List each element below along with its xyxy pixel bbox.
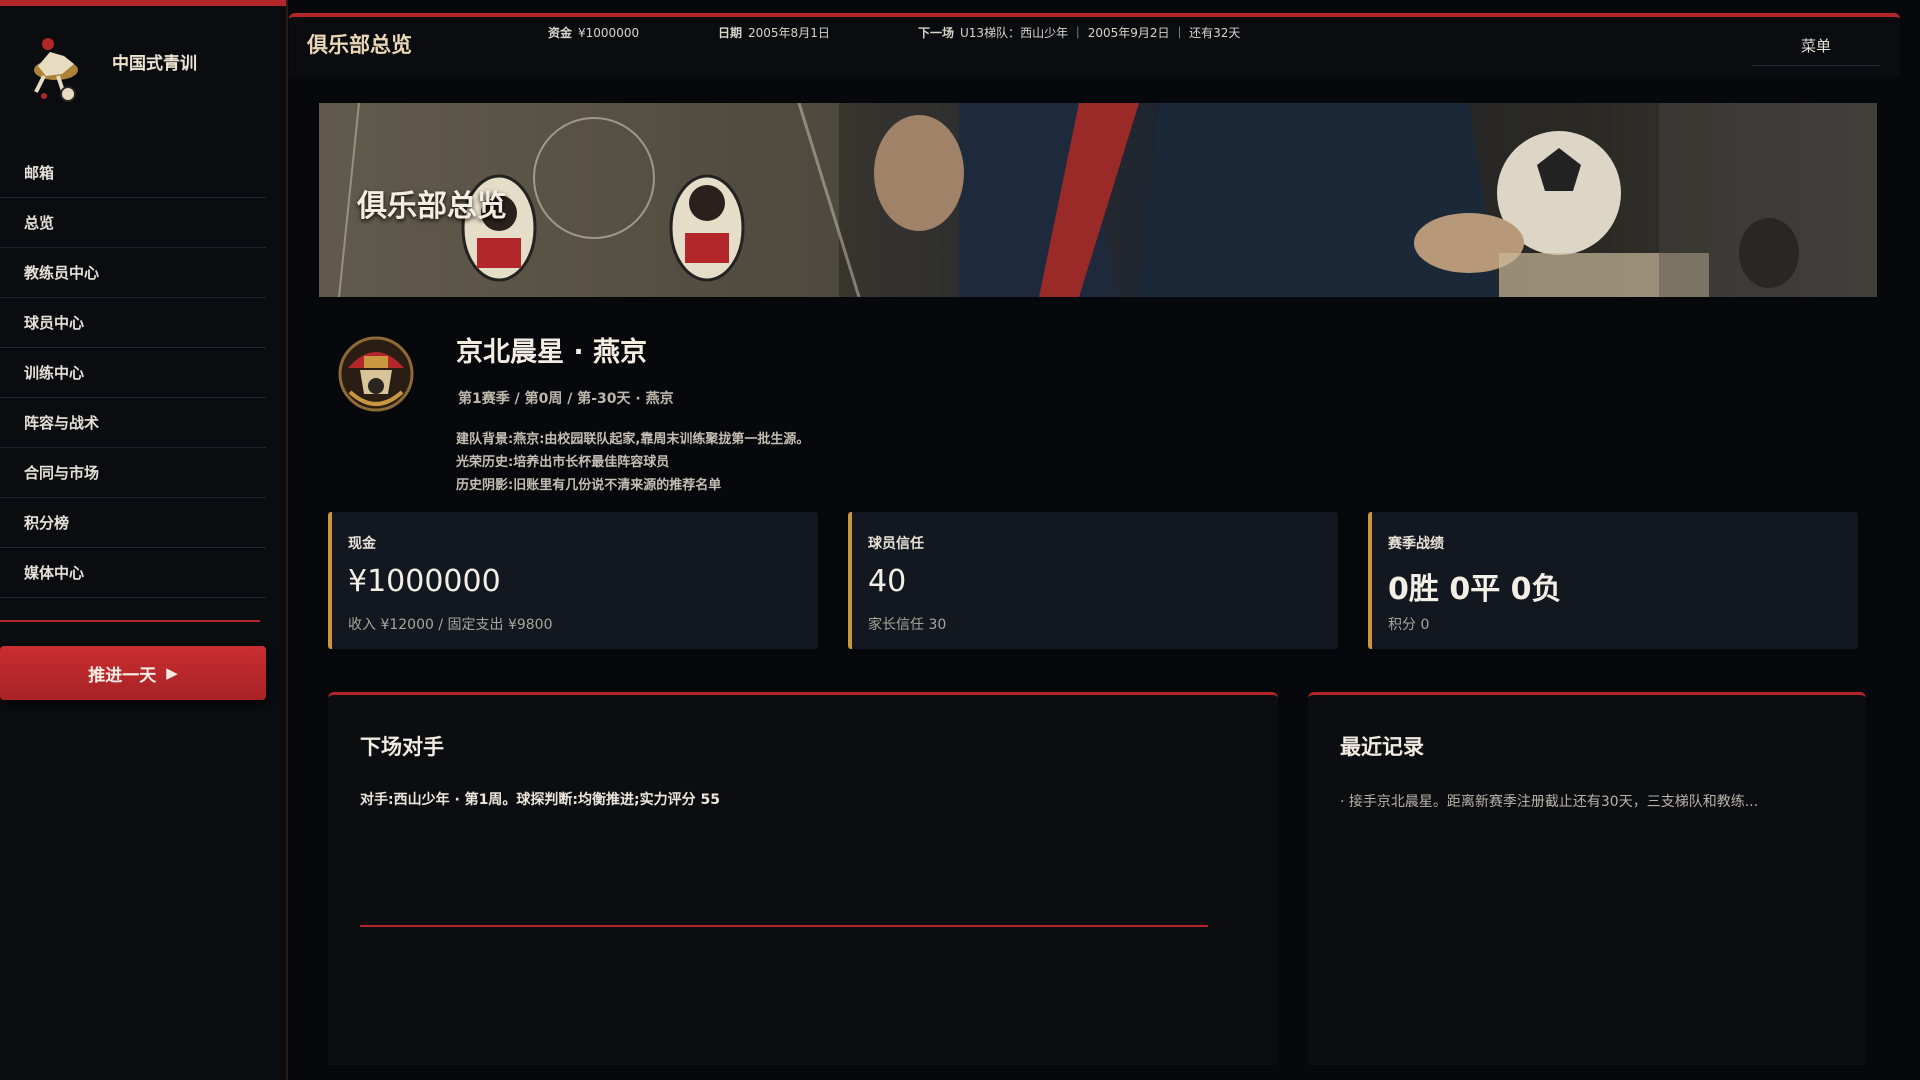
sidebar: 中国式青训 邮箱 总览 教练员中心 球员中心 训练中心 阵容与战术 合同与市场 …	[0, 0, 288, 1080]
next-opponent-title: 下场对手	[360, 735, 444, 759]
season-record-label: 赛季战绩	[1388, 536, 1444, 552]
sidebar-item-standings[interactable]: 积分榜	[0, 498, 266, 548]
club-crest-icon	[338, 336, 414, 412]
club-lore: 建队背景:燕京:由校园联队起家,靠周末训练聚拢第一批生源。 光荣历史:培养出市长…	[456, 428, 809, 497]
sidebar-item-coach-center[interactable]: 教练员中心	[0, 248, 266, 298]
header-date: 日期 2005年8月1日	[718, 24, 830, 41]
club-lore-background: 建队背景:燕京:由校园联队起家,靠周末训练聚拢第一批生源。	[456, 432, 810, 447]
header-date-label: 日期	[718, 26, 743, 40]
sidebar-item-training-center[interactable]: 训练中心	[0, 348, 266, 398]
sidebar-item-media-center[interactable]: 媒体中心	[0, 548, 266, 598]
parent-trust-sub: 家长信任 30	[868, 617, 947, 633]
club-lore-shadow: 历史阴影:旧账里有几份说不清来源的推荐名单	[456, 478, 722, 493]
advance-day-button[interactable]: 推进一天 ▶	[0, 646, 266, 700]
cash-value: ¥1000000	[348, 564, 501, 599]
sidebar-nav: 邮箱 总览 教练员中心 球员中心 训练中心 阵容与战术 合同与市场 积分榜 媒体…	[0, 148, 266, 598]
cash-card: 现金 ¥1000000 收入 ¥12000 / 固定支出 ¥9800	[328, 512, 818, 649]
recent-record-item: · 接手京北晨星。距离新赛季注册截止还有30天，三支梯队和教练...	[1340, 794, 1759, 810]
play-icon: ▶	[166, 664, 178, 682]
next-opponent-divider	[360, 925, 1208, 927]
next-opponent-text: 对手:西山少年 · 第1周。球探判断:均衡推进;实力评分 55	[360, 792, 720, 808]
header-title: 俱乐部总览	[307, 33, 412, 57]
overview-banner: 俱乐部总览	[319, 103, 1877, 297]
sidebar-item-mailbox[interactable]: 邮箱	[0, 148, 266, 198]
recent-records-title: 最近记录	[1340, 735, 1424, 759]
cash-label: 现金	[348, 536, 376, 552]
sidebar-item-overview[interactable]: 总览	[0, 198, 266, 248]
player-trust-card: 球员信任 40 家长信任 30	[848, 512, 1338, 649]
club-name: 京北晨星 · 燕京	[456, 337, 648, 368]
header-funds-label: 资金	[548, 26, 573, 40]
sidebar-item-contracts-market[interactable]: 合同与市场	[0, 448, 266, 498]
advance-day-label: 推进一天	[88, 665, 157, 686]
recent-records-panel: 最近记录 · 接手京北晨星。距离新赛季注册截止还有30天，三支梯队和教练...	[1308, 692, 1866, 1065]
header-next-label: 下一场	[918, 26, 955, 40]
menu-button[interactable]: 菜单	[1752, 35, 1880, 66]
player-trust-label: 球员信任	[868, 536, 924, 552]
header-funds: 资金 ¥1000000	[548, 24, 639, 41]
club-season-meta: 第1赛季 / 第0周 / 第-30天 · 燕京	[458, 391, 674, 407]
cash-sub: 收入 ¥12000 / 固定支出 ¥9800	[348, 617, 553, 633]
header-next-match: 下一场 U13梯队：西山少年 ｜ 2005年9月2日 ｜ 还有32天	[918, 24, 1240, 41]
club-lore-glory: 光荣历史:培养出市长杯最佳阵容球员	[456, 455, 670, 470]
top-header: 俱乐部总览 资金 ¥1000000 日期 2005年8月1日 下一场 U13梯队：西山…	[289, 13, 1900, 77]
header-next-value: U13梯队：西山少年 ｜ 2005年9月2日 ｜ 还有32天	[960, 26, 1241, 40]
sidebar-accent-line	[0, 0, 286, 6]
sidebar-divider	[0, 620, 260, 622]
header-funds-value: ¥1000000	[578, 26, 640, 40]
sidebar-item-player-center[interactable]: 球员中心	[0, 298, 266, 348]
season-record-card: 赛季战绩 0胜 0平 0负 积分 0	[1368, 512, 1858, 649]
sidebar-item-lineup-tactics[interactable]: 阵容与战术	[0, 398, 266, 448]
header-date-value: 2005年8月1日	[748, 26, 830, 40]
player-trust-value: 40	[868, 564, 907, 599]
brand-logo-icon	[34, 38, 78, 102]
banner-illustration	[319, 103, 1877, 297]
brand-name: 中国式青训	[112, 53, 197, 74]
season-record-value: 0胜 0平 0负	[1388, 572, 1562, 607]
next-opponent-panel: 下场对手 对手:西山少年 · 第1周。球探判断:均衡推进;实力评分 55	[328, 692, 1278, 1065]
season-points-sub: 积分 0	[1388, 617, 1430, 633]
brand[interactable]: 中国式青训	[24, 30, 197, 106]
banner-title: 俱乐部总览	[357, 189, 507, 224]
